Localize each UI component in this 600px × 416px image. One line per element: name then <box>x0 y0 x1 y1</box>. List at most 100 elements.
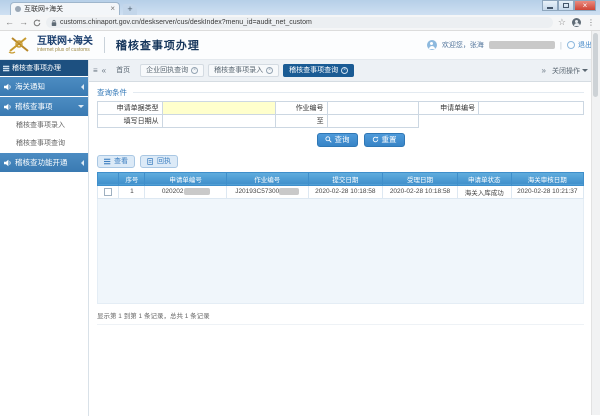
reset-button[interactable]: 重置 <box>364 133 405 147</box>
column-header-audit-date[interactable]: 海关审核日期 <box>511 172 583 185</box>
list-actions: 查看 回执 <box>97 155 584 168</box>
query-form: 申请单据类型 作业编号 申请单编号 填写日期从 至 <box>97 101 584 128</box>
sidebar-item-label: 稽核查事项 <box>15 101 75 112</box>
close-operations-dropdown[interactable]: 关闭操作 <box>552 66 588 76</box>
reload-button[interactable] <box>33 19 41 27</box>
sidebar-subitem-audit-query[interactable]: 稽核查事项查询 <box>0 134 88 152</box>
scroll-tabs-left-icon[interactable]: « <box>102 67 106 75</box>
url-bar[interactable]: customs.chinaport.gov.cn/deskserver/cus/… <box>46 17 553 28</box>
body-row: 稽核查事项办理 海关通知 稽核查事项 稽核查事项录入 稽核查事项查询 稽核查功能… <box>0 60 600 416</box>
chevron-down-icon <box>78 105 84 108</box>
view-button[interactable]: 查看 <box>97 155 135 168</box>
apply-no-text: 020202 <box>162 188 184 195</box>
back-button[interactable]: ← <box>5 18 14 27</box>
date-from-label: 填写日期从 <box>98 115 163 128</box>
column-header-job-no[interactable]: 作业编号 <box>226 172 308 185</box>
site-favicon-icon <box>15 6 21 12</box>
column-header-accept-date[interactable]: 受理日期 <box>383 172 458 185</box>
chevron-left-icon <box>81 84 84 90</box>
redacted-username <box>489 41 555 49</box>
close-operations-label: 关闭操作 <box>552 66 580 76</box>
tab-close-icon[interactable]: × <box>191 67 198 74</box>
row-apply-no: 020202 <box>145 185 227 198</box>
bookmark-star-icon[interactable]: ☆ <box>558 18 566 27</box>
table-row[interactable]: 1 020202 J20193C57300 2020-02-28 10:18:5… <box>98 185 584 198</box>
row-seq: 1 <box>119 185 145 198</box>
padlock-icon <box>51 19 57 27</box>
sidebar-subitem-audit-entry[interactable]: 稽核查事项录入 <box>0 116 88 134</box>
sidebar-item-customs-notice[interactable]: 海关通知 <box>0 77 88 96</box>
browser-menu-icon[interactable]: ⋮ <box>587 19 595 27</box>
chevron-down-icon <box>582 69 588 72</box>
window-controls: × <box>542 0 596 11</box>
logout-button[interactable]: 退出 <box>567 40 592 50</box>
doc-type-input[interactable] <box>162 102 276 115</box>
results-header-row: 序号 申请单编号 作业编号 提交日期 受理日期 申请单状态 海关审核日期 <box>98 172 584 185</box>
search-label: 查询 <box>335 136 350 144</box>
tab-close-icon[interactable]: × <box>110 5 115 13</box>
header-separator: | <box>560 41 562 50</box>
search-icon <box>325 136 332 143</box>
app-header: 互联网+海关 internet plus of customs 稽核查事项办理 … <box>0 31 600 60</box>
scroll-tabs-right-icon[interactable]: » <box>542 67 546 75</box>
column-header-seq[interactable]: 序号 <box>119 172 145 185</box>
customs-logo-icon <box>8 35 30 55</box>
column-header-apply-no[interactable]: 申请单编号 <box>145 172 227 185</box>
scrollbar-thumb[interactable] <box>593 33 598 97</box>
maximize-icon <box>563 3 569 8</box>
speaker-icon <box>4 103 12 111</box>
form-spacer <box>479 115 584 128</box>
sidebar-item-audit-matters[interactable]: 稽核查事项 <box>0 97 88 116</box>
row-job-no: J20193C57300 <box>226 185 308 198</box>
list-icon <box>104 158 111 165</box>
menu-grid-icon <box>3 65 10 72</box>
tabbar-right: » 关闭操作 <box>542 66 588 76</box>
job-no-input[interactable] <box>327 102 418 115</box>
sidebar-item-label: 稽核查功能开通 <box>15 157 78 168</box>
job-no-text: J20193C57300 <box>235 188 279 195</box>
sidebar-item-audit-function[interactable]: 稽核查功能开通 <box>0 153 88 172</box>
row-audit-date: 2020-02-28 10:21:37 <box>511 185 583 198</box>
tab-label: 企业回执查询 <box>146 67 188 74</box>
forward-button[interactable]: → <box>19 18 28 27</box>
tab-close-icon[interactable]: × <box>341 67 348 74</box>
profile-avatar-icon[interactable] <box>572 18 581 27</box>
date-to-label: 至 <box>276 115 327 128</box>
row-status: 海关入库成功 <box>457 185 511 198</box>
tab-home[interactable]: 首页 <box>110 64 136 77</box>
toolbar-right: ☆ ⋮ <box>558 18 595 27</box>
column-header-status[interactable]: 申请单状态 <box>457 172 511 185</box>
tab-audit-query[interactable]: 稽核查事项查询 × <box>283 64 354 77</box>
search-button[interactable]: 查询 <box>317 133 358 147</box>
reload-icon <box>33 19 41 27</box>
header-divider <box>104 37 105 53</box>
window-maximize-button[interactable] <box>558 0 574 11</box>
sidebar: 稽核查事项办理 海关通知 稽核查事项 稽核查事项录入 稽核查事项查询 稽核查功能… <box>0 60 89 416</box>
receipt-button[interactable]: 回执 <box>140 155 178 168</box>
tab-receipt-query[interactable]: 企业回执查询 × <box>140 64 204 77</box>
tab-label: 首页 <box>116 67 130 74</box>
new-tab-button[interactable]: + <box>123 4 137 15</box>
chevron-left-icon <box>81 160 84 166</box>
date-to-input[interactable] <box>327 115 418 128</box>
date-from-input[interactable] <box>162 115 276 128</box>
browser-tab[interactable]: 互联网+海关 × <box>10 2 120 15</box>
tab-label: 稽核查事项查询 <box>289 67 338 74</box>
apply-no-input[interactable] <box>479 102 584 115</box>
row-checkbox[interactable] <box>104 188 112 196</box>
table-empty-area <box>97 199 584 304</box>
redacted-job-no <box>279 188 299 195</box>
page-scrollbar[interactable] <box>591 31 600 415</box>
tab-close-icon[interactable]: × <box>266 67 273 74</box>
welcome-text: 欢迎您，张海 <box>442 40 484 50</box>
window-minimize-button[interactable] <box>542 0 558 11</box>
logout-label: 退出 <box>578 40 592 50</box>
window-close-button[interactable]: × <box>574 0 596 11</box>
user-avatar-icon <box>427 40 437 50</box>
row-submit-date: 2020-02-28 10:18:58 <box>308 185 383 198</box>
menu-toggle-icon[interactable]: ≡ <box>93 67 98 75</box>
query-section-title: 查询条件 <box>97 87 127 98</box>
tab-audit-entry[interactable]: 稽核查事项录入 × <box>208 64 279 77</box>
column-header-submit-date[interactable]: 提交日期 <box>308 172 383 185</box>
close-icon: × <box>583 2 588 10</box>
